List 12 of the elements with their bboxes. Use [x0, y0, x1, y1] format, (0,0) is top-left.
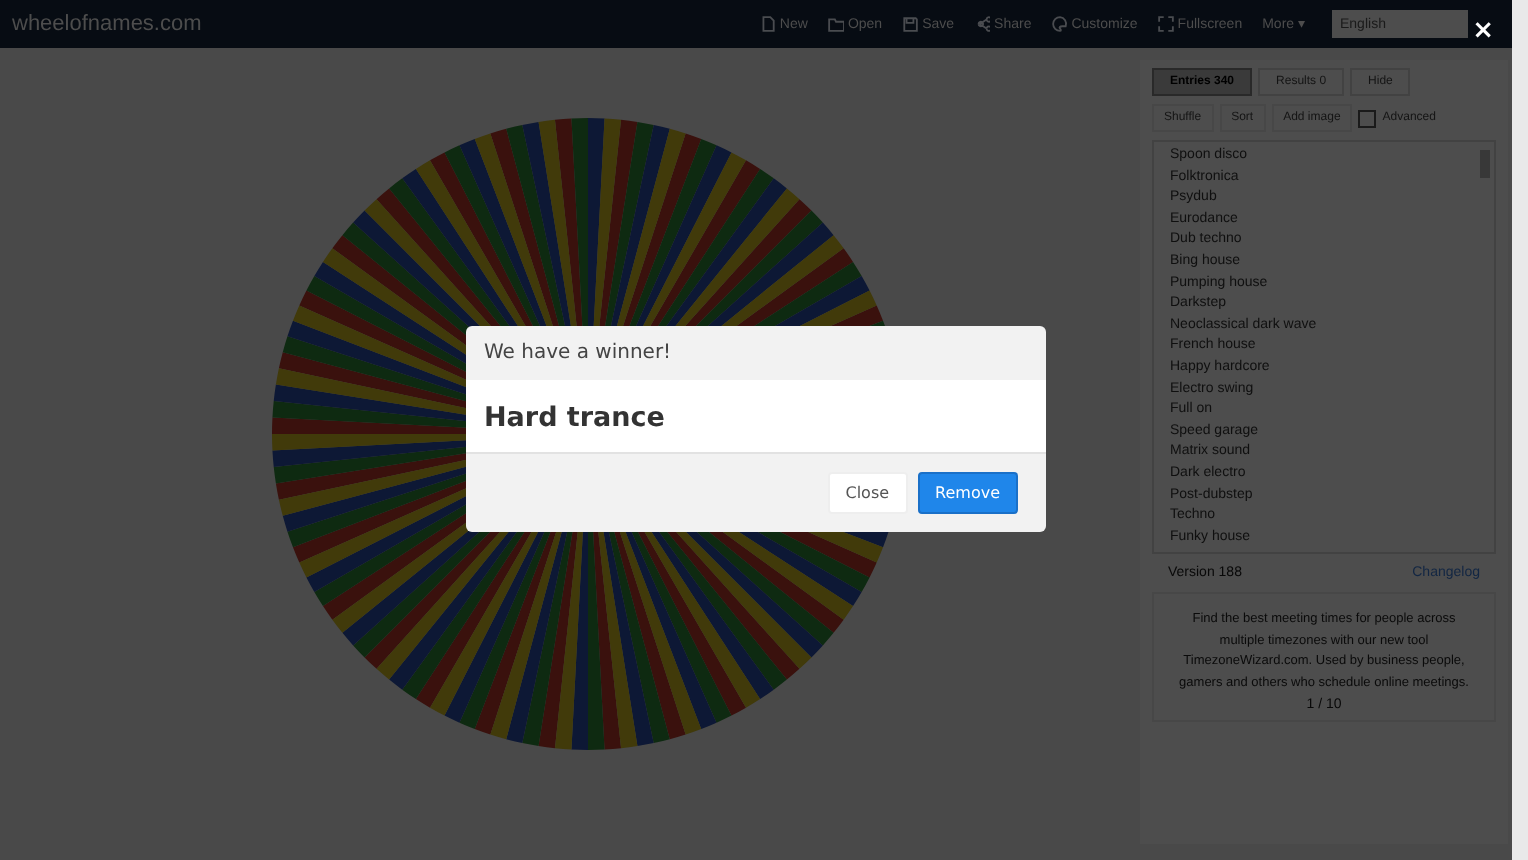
folder-icon [827, 16, 844, 32]
winner-name: Hard trance [484, 402, 665, 434]
dialog-title: We have a winner! [484, 342, 672, 364]
checkbox[interactable] [1358, 109, 1377, 127]
dialog-button[interactable]: Close [827, 472, 908, 514]
share-icon [974, 16, 991, 32]
file-icon [759, 16, 776, 32]
expand-icon [1157, 16, 1174, 32]
site-logo[interactable]: wheelofnames.com [12, 12, 202, 36]
palette-icon [1051, 16, 1068, 32]
dialog-button[interactable]: Remove [917, 472, 1018, 514]
page-scrollbar[interactable] [1512, 0, 1528, 860]
